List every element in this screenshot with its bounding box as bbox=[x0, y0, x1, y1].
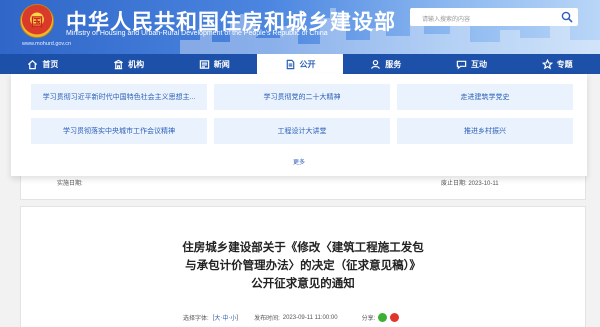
dropdown-item[interactable]: 学习贯彻习近平新时代中国特色社会主义思想主... bbox=[31, 84, 207, 110]
page-title-line: 与承包计价管理办法〉的决定（征求意见稿）》 bbox=[185, 260, 421, 272]
nav-item-label: 互动 bbox=[470, 59, 487, 69]
nav-item-service[interactable]: 服务 bbox=[343, 54, 429, 74]
open-dropdown-menu: 学习贯彻习近平新时代中国特色社会主义思想主... 学习贯彻党的二十大精神 走进建… bbox=[11, 74, 587, 176]
dropdown-item[interactable]: 工程设计大讲堂 bbox=[214, 118, 390, 144]
site-header: 国 中华人民共和国住房和城乡建设部 Ministry of Housing an… bbox=[0, 0, 600, 54]
search-icon[interactable] bbox=[561, 11, 573, 23]
service-icon bbox=[371, 59, 381, 69]
more-link[interactable]: 更多 bbox=[11, 157, 587, 166]
nav-item-label: 服务 bbox=[385, 59, 402, 69]
article-meta: 选择字体: [ 大 · 中 · 小 ] 发布时间: 2023-09-11 11:… bbox=[183, 313, 400, 322]
wechat-icon[interactable] bbox=[378, 313, 388, 322]
nav-item-label: 新闻 bbox=[213, 59, 230, 69]
national-emblem-icon: 国 bbox=[20, 4, 54, 38]
nav-item-open[interactable]: 公开 bbox=[257, 54, 343, 74]
nav-item-topics[interactable]: 专题 bbox=[514, 54, 600, 74]
publish-time-value: 2023-09-11 11:00:00 bbox=[282, 314, 338, 321]
dropdown-item[interactable]: 推进乡村振兴 bbox=[397, 118, 573, 144]
nav-item-label: 首页 bbox=[42, 59, 59, 69]
document-icon bbox=[286, 59, 294, 69]
page-title: 住房城乡建设部关于《修改〈建筑工程施工发包 与承包计价管理办法〉的决定（征求意见… bbox=[21, 239, 585, 293]
nav-item-institutions[interactable]: 机构 bbox=[86, 54, 172, 74]
implement-date-label: 实施日期: bbox=[57, 181, 83, 187]
nav-item-home[interactable]: 首页 bbox=[0, 54, 86, 74]
site-subtitle: Ministry of Housing and Urban-Rural Deve… bbox=[66, 30, 328, 37]
font-size-bracket: ] bbox=[236, 314, 239, 321]
effective-date: 废止日期: 2023-10-11 bbox=[441, 178, 499, 187]
emblem-glyph: 国 bbox=[30, 15, 43, 29]
building-icon bbox=[114, 59, 123, 69]
nav-item-news[interactable]: 新闻 bbox=[171, 54, 257, 74]
nav-item-label: 机构 bbox=[128, 59, 145, 69]
dropdown-item[interactable]: 学习贯彻落实中央城市工作会议精神 bbox=[31, 118, 207, 144]
chat-icon bbox=[456, 60, 467, 69]
font-size-label: 选择字体: bbox=[183, 316, 209, 322]
news-icon bbox=[199, 59, 210, 69]
page-title-line: 住房城乡建设部关于《修改〈建筑工程施工发包 bbox=[182, 242, 424, 254]
search-input[interactable] bbox=[410, 11, 550, 29]
star-icon bbox=[541, 58, 553, 69]
article-content: 住房城乡建设部关于《修改〈建筑工程施工发包 与承包计价管理办法〉的决定（征求意见… bbox=[20, 206, 586, 327]
home-icon bbox=[28, 59, 38, 69]
effective-date-value: 2023-10-11 bbox=[468, 181, 499, 187]
nav-item-label: 专题 bbox=[556, 59, 573, 69]
publish-time-label: 发布时间: bbox=[254, 316, 280, 322]
main-nav: 首页 机构 新闻 公开 服务 互动 专题 bbox=[0, 54, 600, 74]
site-url: www.mohurd.gov.cn bbox=[22, 41, 72, 47]
dropdown-item[interactable]: 走进建筑学党史 bbox=[397, 84, 573, 110]
effective-date-label: 废止日期: bbox=[441, 181, 467, 187]
weibo-icon[interactable] bbox=[390, 313, 400, 322]
share-label: 分享: bbox=[361, 316, 376, 322]
page-title-line: 公开征求意见的通知 bbox=[251, 278, 355, 290]
nav-item-label: 公开 bbox=[299, 59, 316, 69]
search-box bbox=[410, 8, 578, 29]
dropdown-item[interactable]: 学习贯彻党的二十大精神 bbox=[214, 84, 390, 110]
nav-item-interaction[interactable]: 互动 bbox=[429, 54, 515, 74]
